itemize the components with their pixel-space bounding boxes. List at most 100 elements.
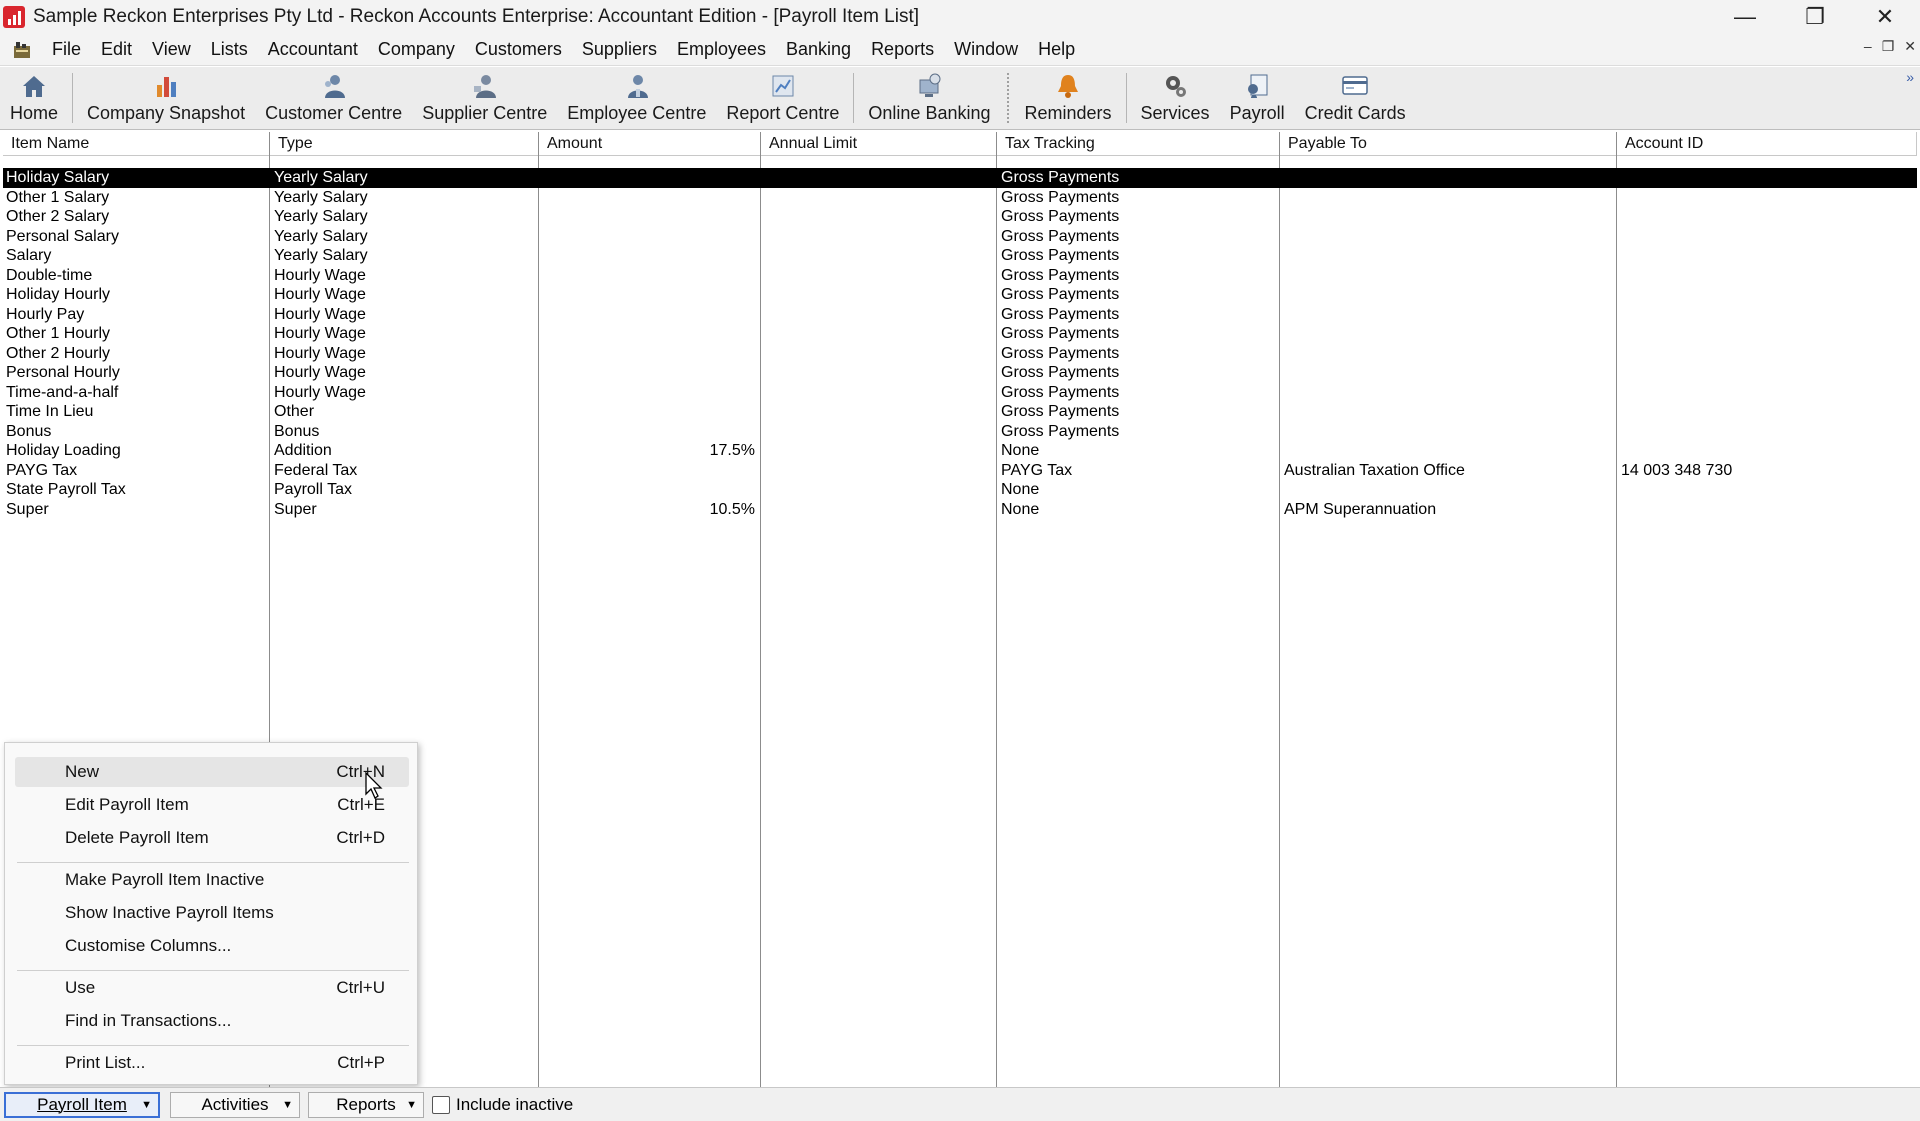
table-row[interactable]: Holiday Hourly Hourly Wage Gross Payments <box>3 285 1917 305</box>
toolbar-reminders-button[interactable]: Reminders <box>1015 67 1122 129</box>
cell-annual-limit <box>763 480 995 500</box>
table-row[interactable]: Holiday Loading Addition 17.5% None <box>3 441 1917 461</box>
menu-reports[interactable]: Reports <box>861 39 944 60</box>
gear-icon <box>1160 71 1190 101</box>
table-row[interactable]: State Payroll Tax Payroll Tax None <box>3 480 1917 500</box>
table-row[interactable]: Time In Lieu Other Gross Payments <box>3 402 1917 422</box>
menu-suppliers[interactable]: Suppliers <box>572 39 667 60</box>
title-bar: Sample Reckon Enterprises Pty Ltd - Reck… <box>0 0 1920 34</box>
cell-account-id <box>1619 422 1915 442</box>
mdi-minimize-button[interactable]: ‒ <box>1864 38 1872 55</box>
mdi-restore-button[interactable]: ❐ <box>1882 38 1895 55</box>
document-menu-icon[interactable] <box>10 39 36 61</box>
toolbar-button-label: Home <box>10 103 59 123</box>
menu-window[interactable]: Window <box>944 39 1028 60</box>
menu-file[interactable]: File <box>42 39 91 60</box>
menu-lists[interactable]: Lists <box>201 39 258 60</box>
table-row[interactable]: Holiday Salary Yearly Salary Gross Payment… <box>3 168 1917 188</box>
toolbar-supplier-centre-button[interactable]: Supplier Centre <box>412 67 557 129</box>
reports-button[interactable]: Reports ▼ <box>308 1091 424 1118</box>
toolbar-button-label: Report Centre <box>726 103 840 123</box>
menu-item-print-list[interactable]: Print List... Ctrl+P <box>15 1048 409 1078</box>
toolbar-credit-cards-button[interactable]: Credit Cards <box>1295 67 1416 129</box>
toolbar-overflow-icon[interactable]: » <box>1906 69 1914 85</box>
menu-item-label: Make Payroll Item Inactive <box>65 870 265 889</box>
menu-edit[interactable]: Edit <box>91 39 142 60</box>
cell-amount <box>541 285 759 305</box>
table-row[interactable]: Hourly Pay Hourly Wage Gross Payments <box>3 305 1917 325</box>
table-row[interactable]: Other 1 Hourly Hourly Wage Gross Payments <box>3 324 1917 344</box>
menu-item-show-inactive-payroll-items[interactable]: Show Inactive Payroll Items <box>15 898 409 928</box>
table-row[interactable]: Super Super 10.5% None APM Superannuation <box>3 500 1917 520</box>
cell-payable-to <box>1282 188 1615 208</box>
menu-item-edit-payroll-item[interactable]: Edit Payroll Item Ctrl+E <box>15 790 409 820</box>
cell-type: Yearly Salary <box>274 208 368 225</box>
restore-button[interactable]: ❐ <box>1780 0 1850 34</box>
menu-item-delete-payroll-item[interactable]: Delete Payroll Item Ctrl+D <box>15 823 409 853</box>
toolbar-report-centre-button[interactable]: Report Centre <box>716 67 849 129</box>
column-header-tax-tracking[interactable]: Tax Tracking <box>997 132 1280 156</box>
cell-payable-to <box>1282 285 1615 305</box>
cell-annual-limit <box>763 305 995 325</box>
cell-item-name: Holiday Hourly <box>6 286 111 303</box>
toolbar-company-snapshot-button[interactable]: Company Snapshot <box>77 67 255 129</box>
table-row[interactable]: Other 2 Hourly Hourly Wage Gross Payments <box>3 344 1917 364</box>
close-button[interactable]: ✕ <box>1850 0 1920 34</box>
menu-item-shortcut: Ctrl+U <box>336 978 385 997</box>
menu-banking[interactable]: Banking <box>776 39 861 60</box>
toolbar-online-banking-button[interactable]: Online Banking <box>858 67 1000 129</box>
table-row[interactable]: PAYG Tax Federal Tax PAYG Tax Australian Ta… <box>3 461 1917 481</box>
menu-item-use[interactable]: Use Ctrl+U <box>15 973 409 1003</box>
toolbar-services-button[interactable]: Services <box>1131 67 1220 129</box>
cell-tax-tracking: None <box>1001 481 1040 498</box>
table-row[interactable]: Bonus Bonus Gross Payments <box>3 422 1917 442</box>
cell-account-id <box>1619 246 1915 266</box>
toolbar-employee-centre-button[interactable]: Employee Centre <box>557 67 716 129</box>
table-row[interactable]: Time-and-a-half Hourly Wage Gross Payments <box>3 383 1917 403</box>
table-row[interactable]: Personal Hourly Hourly Wage Gross Payments <box>3 363 1917 383</box>
column-header-annual-limit[interactable]: Annual Limit <box>761 132 997 156</box>
menu-item-label: Print List... <box>65 1053 146 1072</box>
online-banking-icon <box>914 71 944 101</box>
cell-account-id <box>1619 363 1915 383</box>
cell-item-name: Other 2 Hourly <box>6 344 111 362</box>
menu-item-make-payroll-item-inactive[interactable]: Make Payroll Item Inactive <box>15 865 409 895</box>
toolbar-payroll-button[interactable]: Payroll <box>1220 67 1295 129</box>
menu-customers[interactable]: Customers <box>465 39 572 60</box>
column-header-payable-to[interactable]: Payable To <box>1280 132 1617 156</box>
payroll-item-button[interactable]: Payroll Item ▼ <box>4 1091 160 1118</box>
table-row[interactable]: Double-time Hourly Wage Gross Payments <box>3 266 1917 286</box>
menu-view[interactable]: View <box>142 39 201 60</box>
column-header-type[interactable]: Type <box>270 132 539 156</box>
menu-item-customise-columns[interactable]: Customise Columns... <box>15 931 409 961</box>
menu-help[interactable]: Help <box>1028 39 1085 60</box>
minimize-button[interactable]: — <box>1710 0 1780 34</box>
menu-accountant[interactable]: Accountant <box>258 39 368 60</box>
cell-annual-limit <box>763 383 995 403</box>
activities-button[interactable]: Activities ▼ <box>170 1091 300 1118</box>
cell-type: Federal Tax <box>274 461 358 479</box>
column-header-amount[interactable]: Amount <box>539 132 761 156</box>
table-row[interactable]: Other 1 Salary Yearly Salary Gross Payment… <box>3 188 1917 208</box>
cell-tax-tracking: Gross Payments <box>1001 208 1120 225</box>
toolbar-home-button[interactable]: Home <box>0 67 68 129</box>
cell-type: Yearly Salary <box>274 188 368 206</box>
include-inactive-checkbox[interactable] <box>432 1095 450 1114</box>
column-header-item-name[interactable]: Item Name <box>3 132 270 156</box>
mdi-close-button[interactable]: ✕ <box>1904 38 1916 55</box>
cell-type: Bonus <box>274 422 320 440</box>
cell-tax-tracking: Gross Payments <box>1001 266 1120 284</box>
table-row[interactable]: Salary Yearly Salary Gross Payments <box>3 246 1917 266</box>
table-row[interactable]: Personal Salary Yearly Salary Gross Paymen… <box>3 227 1917 247</box>
menu-employees[interactable]: Employees <box>667 39 776 60</box>
toolbar-customer-centre-button[interactable]: Customer Centre <box>255 67 412 129</box>
menu-item-new[interactable]: New Ctrl+N <box>15 757 409 787</box>
menu-item-find-in-transactions[interactable]: Find in Transactions... <box>15 1006 409 1036</box>
cell-type: Yearly Salary <box>274 169 368 186</box>
cell-tax-tracking: Gross Payments <box>1001 422 1120 440</box>
cell-account-id <box>1619 480 1915 500</box>
column-header-account-id[interactable]: Account ID <box>1617 132 1917 156</box>
home-icon <box>19 71 49 101</box>
table-row[interactable]: Other 2 Salary Yearly Salary Gross Payment… <box>3 207 1917 227</box>
menu-company[interactable]: Company <box>368 39 465 60</box>
